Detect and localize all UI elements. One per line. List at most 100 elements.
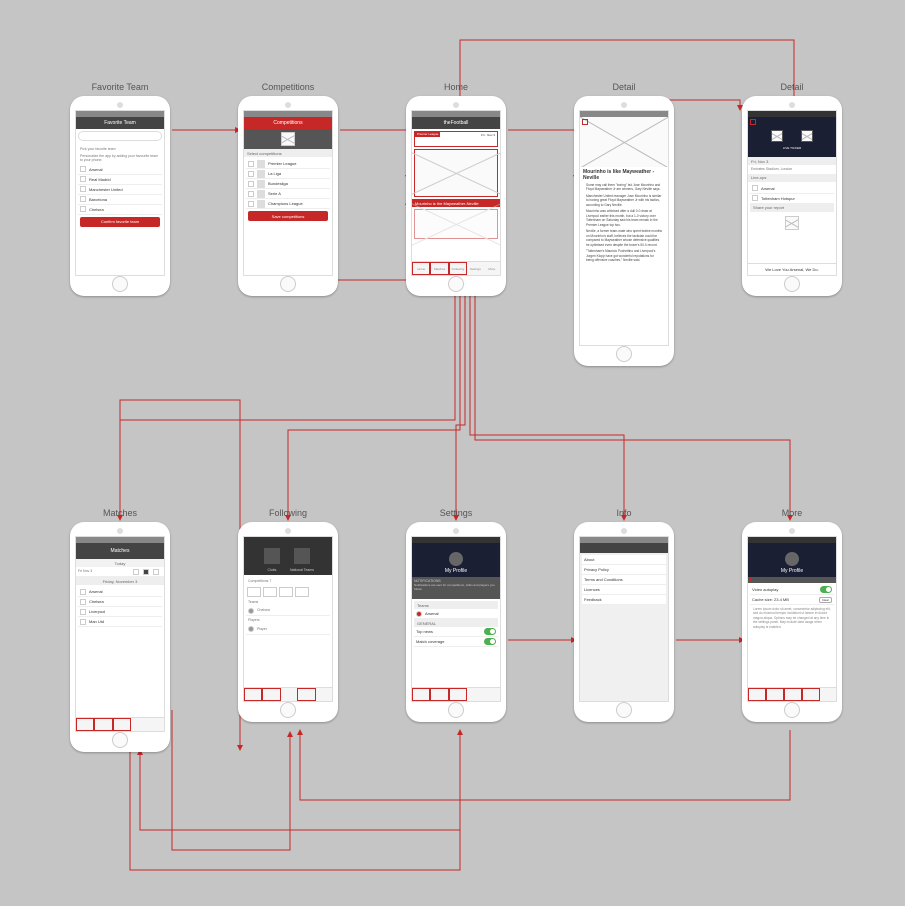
screen-info[interactable]: About Privacy Policy Terms and Condition… [574, 522, 674, 722]
avatar[interactable] [449, 552, 463, 566]
tab-following[interactable] [784, 688, 802, 701]
hero-match-tile[interactable]: Premier League Fri · Nov 3 [414, 131, 498, 147]
hero-date: Fri · Nov 3 [481, 133, 495, 137]
team-label: Manchester United [89, 187, 123, 192]
tab-settings[interactable] [802, 688, 820, 701]
team-row[interactable]: Real Madrid [78, 175, 162, 185]
screen-following[interactable]: Clubs National Teams Competitions 7 Team… [238, 522, 338, 722]
toggle-switch[interactable] [484, 628, 496, 635]
tab-settings[interactable] [297, 688, 315, 701]
team-row[interactable]: Chelsea [78, 205, 162, 215]
fixture-row[interactable]: Liverpool [78, 607, 162, 617]
team-follow-row[interactable]: Chelsea [246, 606, 330, 616]
tab-following[interactable] [281, 688, 297, 701]
comp-row[interactable]: La Liga [246, 169, 330, 179]
team-label: Arsenal [89, 167, 103, 172]
tab-matches[interactable] [262, 688, 280, 701]
date-selector[interactable]: Fri Nov 3 [76, 567, 164, 577]
tab-settings[interactable] [467, 688, 483, 701]
fixture-row[interactable]: Arsenal [78, 587, 162, 597]
fixture-row[interactable]: Man Utd [78, 617, 162, 627]
screen-favorite-team[interactable]: Favorite Team Pick your favorite team Pe… [70, 96, 170, 296]
clear-button[interactable]: Clear [819, 597, 832, 603]
profile-title: My Profile [445, 568, 467, 574]
tab-more[interactable]: More [484, 262, 500, 275]
team-row[interactable]: Arsenal [414, 609, 498, 619]
toggle-label: Match coverage [416, 639, 484, 644]
tab-following[interactable] [113, 718, 131, 731]
tab-settings[interactable] [131, 718, 147, 731]
notif-desc: Notifications are sent for competitions,… [414, 583, 498, 591]
info-row[interactable]: Terms and Conditions [582, 575, 666, 585]
tab-following[interactable]: Following [449, 262, 467, 275]
info-label: Privacy Policy [584, 567, 609, 572]
screen-matches[interactable]: Matches Today Fri Nov 3 Friday, November… [70, 522, 170, 752]
toggle-row[interactable]: Top news [414, 627, 498, 637]
team-row[interactable]: Barcelona [78, 195, 162, 205]
player-follow-row[interactable]: Player [246, 625, 330, 635]
hero-image [580, 117, 668, 167]
avatar[interactable] [785, 552, 799, 566]
screen-detail-match[interactable]: LIVE TICKER Fri, Nov 3 Emirates Stadium,… [742, 96, 842, 296]
screen-detail-article[interactable]: Mourinho is like Mayweather - Neville So… [574, 96, 674, 366]
info-row[interactable]: Privacy Policy [582, 565, 666, 575]
comp-grid [246, 586, 330, 598]
comp-card[interactable] [263, 587, 277, 597]
team-row[interactable]: Manchester United [78, 185, 162, 195]
tab-home[interactable] [748, 688, 766, 701]
comp-row[interactable]: Champions League [246, 199, 330, 209]
tab-home[interactable] [412, 688, 430, 701]
info-row[interactable]: About [582, 555, 666, 565]
tab-matches[interactable]: Matches [430, 262, 448, 275]
info-row[interactable]: Licences [582, 585, 666, 595]
video-toggle-row[interactable]: Video autoplay [750, 585, 834, 595]
tab-matches[interactable] [94, 718, 112, 731]
tab-more[interactable] [148, 718, 164, 731]
header-title: Favorite Team [104, 120, 136, 126]
chip-national[interactable] [294, 548, 310, 564]
comp-card[interactable] [247, 587, 261, 597]
comp-row[interactable]: Serie A [246, 189, 330, 199]
tab-home[interactable] [244, 688, 262, 701]
tab-matches[interactable] [766, 688, 784, 701]
comp-label: Premier League [268, 161, 296, 166]
tab-more[interactable] [820, 688, 836, 701]
team-title: Teams [246, 598, 330, 607]
tab-more[interactable] [316, 688, 332, 701]
comp-row[interactable]: Premier League [246, 159, 330, 169]
comp-card[interactable] [295, 587, 309, 597]
fixture-row[interactable]: Chelsea [78, 597, 162, 607]
label-detail-1: Detail [574, 82, 674, 92]
tab-more[interactable] [484, 688, 500, 701]
save-button[interactable]: Save competitions [248, 211, 328, 221]
tab-matches[interactable] [430, 688, 448, 701]
search-input[interactable] [78, 131, 162, 141]
back-button[interactable] [750, 119, 756, 125]
comp-row[interactable]: Bundesliga [246, 179, 330, 189]
header [580, 543, 668, 553]
article-card[interactable] [414, 149, 498, 197]
comp-card[interactable] [279, 587, 293, 597]
tab-home[interactable] [76, 718, 94, 731]
confirm-button[interactable]: Confirm favorite team [80, 217, 160, 227]
screen-more[interactable]: My Profile Video autoplay Cache size: 23… [742, 522, 842, 722]
tab-settings[interactable]: Settings [467, 262, 483, 275]
label-home: Home [406, 82, 506, 92]
tab-following[interactable] [449, 688, 467, 701]
toggle-row[interactable]: Match coverage [414, 637, 498, 647]
toggle-switch[interactable] [484, 638, 496, 645]
chip-clubs[interactable] [264, 548, 280, 564]
toggle-switch[interactable] [820, 586, 832, 593]
header: Competitions [244, 117, 332, 129]
screen-competitions[interactable]: Competitions Select competitions Premier… [238, 96, 338, 296]
venue: Emirates Stadium, London [748, 165, 836, 174]
team-row[interactable]: Arsenal [78, 165, 162, 175]
back-button[interactable] [582, 119, 588, 125]
screen-home[interactable]: theFootball Premier League Fri · Nov 3 M… [406, 96, 506, 296]
article-card[interactable] [414, 209, 498, 239]
info-label: Feedback [584, 597, 602, 602]
info-label: Terms and Conditions [584, 577, 623, 582]
screen-settings[interactable]: My Profile NOTIFICATIONS Notifications a… [406, 522, 506, 722]
info-row[interactable]: Feedback [582, 595, 666, 605]
tab-home[interactable]: Home [412, 262, 430, 275]
